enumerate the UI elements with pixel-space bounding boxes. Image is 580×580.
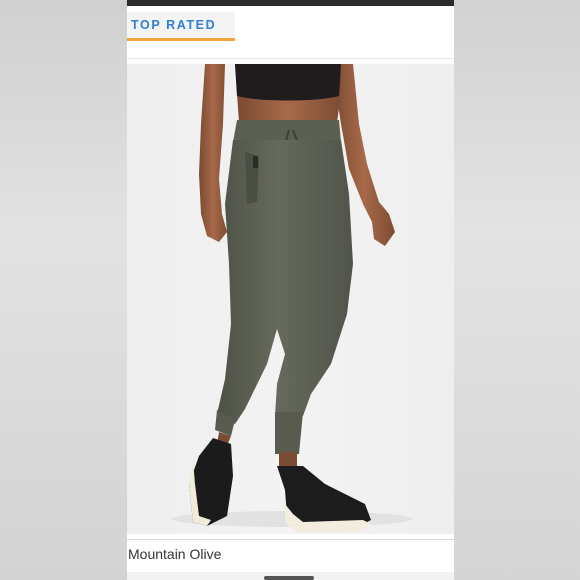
product-screen: TOP RATED Mountain Olive [127,0,454,580]
product-image[interactable] [127,64,454,534]
color-name-caption: Mountain Olive [128,546,222,562]
joggers-illustration [172,64,412,532]
caption-divider [127,539,454,540]
blurred-background-right [454,0,580,580]
top-rated-label: TOP RATED [131,18,217,32]
bottom-toolbar [127,572,454,580]
header-divider [127,58,454,59]
blurred-background-left [0,0,127,580]
home-indicator [264,576,314,580]
top-rated-badge: TOP RATED [127,12,235,41]
status-bar [127,0,454,6]
